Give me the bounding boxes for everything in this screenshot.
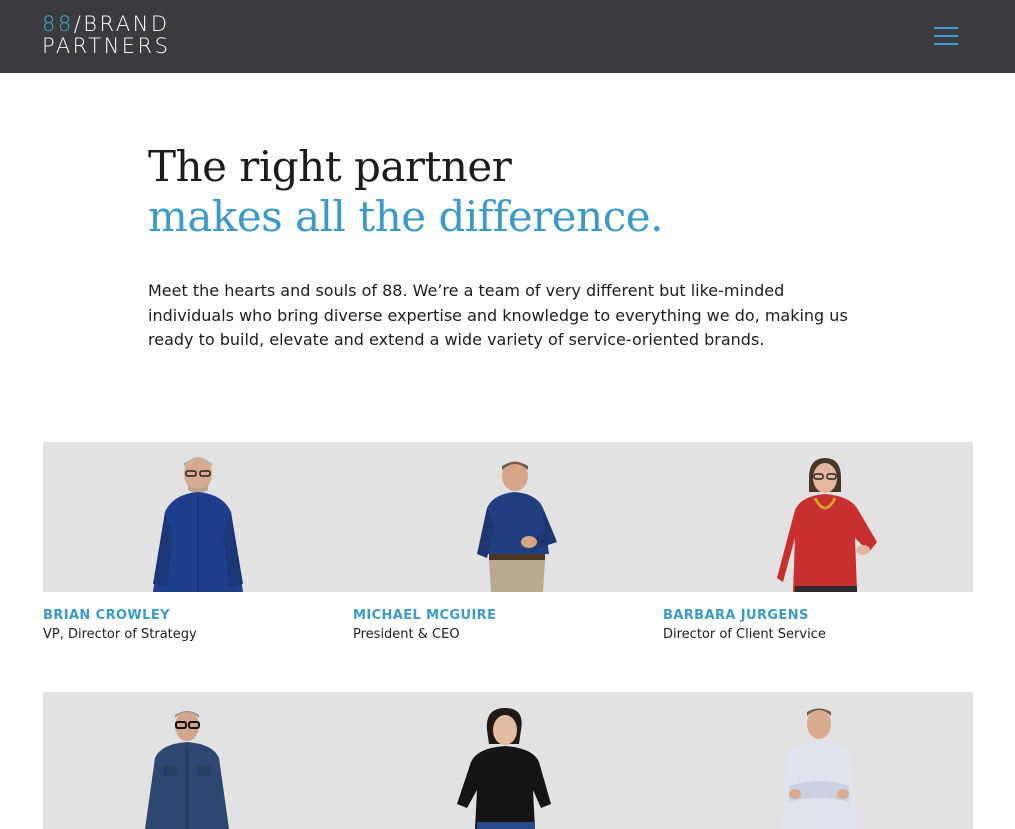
team-photo-band — [43, 442, 973, 592]
team-photo-brian-crowley[interactable] — [143, 454, 253, 592]
team-photo-black-top[interactable] — [453, 708, 553, 829]
team-member-name[interactable]: MICHAEL MCGUIRE — [353, 607, 496, 625]
team-member-card: BARBARA JURGENS Director of Client Servi… — [663, 607, 826, 644]
logo-line-1: 88/BRAND — [42, 13, 170, 35]
headline-line-2: makes all the difference. — [148, 192, 663, 241]
intro-paragraph: Meet the hearts and souls of 88. We’re a… — [148, 281, 848, 349]
team-member-role: President & CEO — [353, 627, 460, 642]
logo-number: 88 — [42, 12, 74, 36]
team-photo-band — [43, 692, 973, 829]
team-member-role: VP, Director of Strategy — [43, 627, 197, 642]
team-member-card: BRIAN CROWLEY VP, Director of Strategy — [43, 607, 197, 644]
team-photo-michael-mcguire[interactable] — [471, 458, 571, 592]
team-member-name[interactable]: BRIAN CROWLEY — [43, 607, 197, 625]
team-member-role: Director of Client Service — [663, 627, 826, 642]
team-photo-barbara-jurgens[interactable] — [773, 458, 883, 592]
logo-brand-text: /BRAND — [73, 12, 170, 36]
team-member-name[interactable]: BARBARA JURGENS — [663, 607, 826, 625]
logo-line-2: PARTNERS — [42, 34, 171, 58]
hero-headline: The right partner makes all the differen… — [148, 142, 868, 242]
hamburger-menu-icon[interactable] — [934, 25, 960, 47]
team-member-card: MICHAEL MCGUIRE President & CEO — [353, 607, 496, 644]
team-photo-light-shirt[interactable] — [771, 706, 871, 829]
brand-logo[interactable]: 88/BRAND PARTNERS — [42, 13, 170, 57]
site-header: 88/BRAND PARTNERS — [0, 0, 1015, 73]
team-photo-denim-jacket[interactable] — [139, 708, 239, 829]
headline-line-1: The right partner — [148, 142, 512, 191]
